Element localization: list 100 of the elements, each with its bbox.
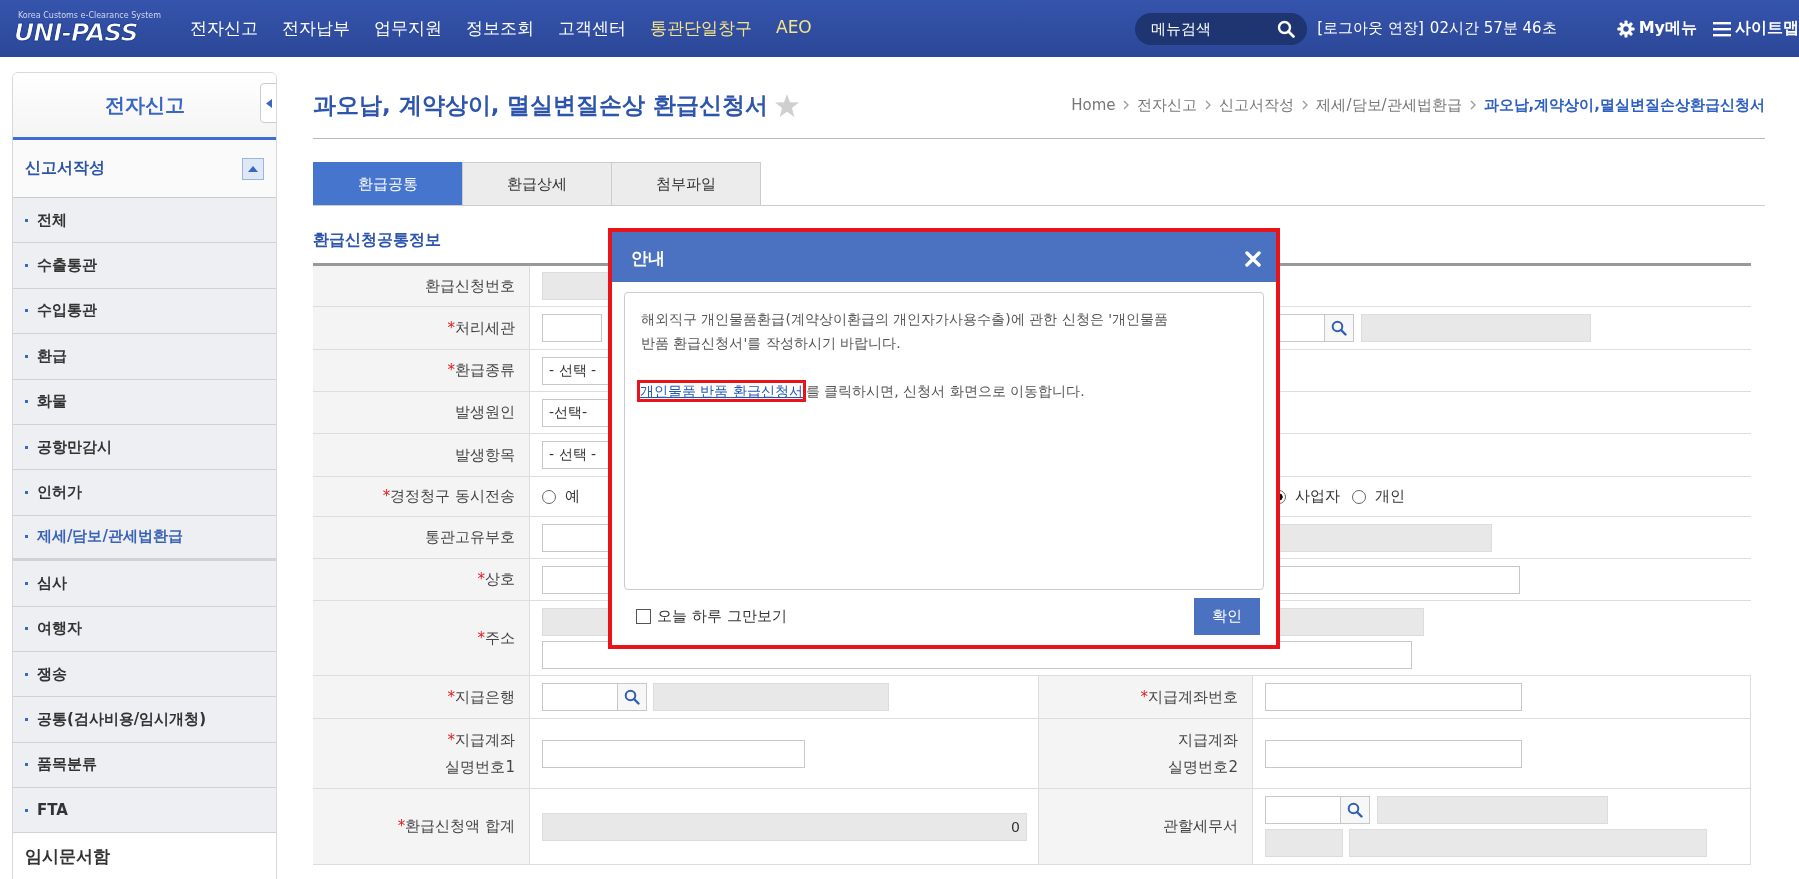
input-field[interactable] [1265, 683, 1522, 711]
sidebar-item[interactable]: 공항만감시 [13, 424, 276, 471]
field-label: *주소 [477, 627, 515, 649]
search-button[interactable] [1341, 796, 1370, 824]
bullet-icon [25, 218, 28, 222]
bullet-icon [25, 354, 28, 358]
page-title: 과오납, 계약상이, 멸실변질손상 환급신청서 [313, 90, 769, 120]
search-button[interactable] [618, 683, 647, 711]
field-label: 발생항목 [455, 444, 515, 466]
bullet-icon [25, 627, 28, 631]
bullet-icon [25, 763, 28, 767]
input-field[interactable] [542, 314, 602, 342]
sidebar-item[interactable]: 제세/담보/관세법환급 [13, 515, 276, 562]
bullet-icon [25, 581, 28, 585]
nav-link[interactable]: 업무지원 [374, 17, 442, 40]
dont-show-today-checkbox[interactable]: 오늘 하루 그만보기 [636, 607, 787, 626]
chevron-right-icon [1469, 100, 1476, 110]
dialog-message: 해외직구 개인물품환급(계약상이환급의 개인자가사용수출)에 관한 신청은 '개인물품 반품 환급신청서'를 작성하시기 바랍니다. [641, 310, 1169, 353]
sidebar-section-title[interactable]: 신고서작성 [25, 158, 105, 179]
amount-field: 0 [542, 812, 1027, 841]
search-icon[interactable] [1277, 19, 1296, 38]
field-label: *상호 [477, 569, 515, 591]
input-field[interactable] [542, 739, 805, 768]
nav-link[interactable]: 전자신고 [190, 17, 258, 40]
bullet-icon [25, 445, 28, 449]
tab[interactable]: 첨부파일 [611, 162, 761, 205]
bullet-icon [25, 718, 28, 721]
confirm-button[interactable]: 확인 [1194, 598, 1260, 635]
field-label: *지급계좌 실명번호1 [445, 730, 515, 778]
bullet-icon [25, 400, 28, 404]
input-field[interactable] [1265, 739, 1522, 768]
field-label: *경정청구 동시전송 [382, 486, 515, 508]
field-label: 통관고유부호 [425, 527, 515, 549]
triangle-up-icon [248, 165, 258, 172]
radio-option[interactable]: 개인 [1352, 487, 1405, 506]
session-timer: 02시간 57분 46초 [1429, 19, 1557, 38]
form-link[interactable]: 개인물품 반품 환급신청서 [637, 380, 806, 402]
sidebar-item[interactable]: 여행자 [13, 606, 276, 652]
close-button[interactable] [1245, 250, 1261, 267]
breadcrumb-link[interactable]: 제세/담보/관세법환급 [1316, 95, 1462, 115]
breadcrumb-link[interactable]: 전자신고 [1137, 95, 1198, 115]
search-icon [624, 689, 640, 705]
chevron-right-icon [1302, 100, 1309, 110]
breadcrumb-link[interactable]: 과오납,계약상이,멸실변질손상환급신청서 [1483, 95, 1765, 115]
gear-icon [1616, 19, 1635, 38]
nav-link[interactable]: 고객센터 [558, 17, 626, 40]
sidebar-item[interactable]: 쟁송 [13, 651, 276, 698]
sidebar-item[interactable]: 수입통관 [13, 288, 276, 335]
nav-link[interactable]: 통관단일창구 [650, 17, 752, 40]
chevron-right-icon [1123, 100, 1130, 110]
sidebar-item[interactable]: 인허가 [13, 470, 276, 516]
search-icon [1347, 802, 1363, 818]
nav-link[interactable]: 정보조회 [466, 17, 534, 40]
field-label: *환급신청액 합계 [397, 816, 515, 838]
dialog-title: 안내 [631, 247, 665, 270]
chevron-right-icon [1205, 100, 1212, 110]
field-label: 관할세무서 [1163, 816, 1238, 838]
sitemap-link[interactable]: 사이트맵 [1713, 18, 1799, 39]
sidebar-item[interactable]: 공통(검사비용/임시개청) [13, 697, 276, 743]
bullet-icon [25, 264, 28, 268]
close-icon [1245, 250, 1261, 267]
my-menu-link[interactable]: My메뉴 [1616, 18, 1697, 39]
tab[interactable]: 환급공통 [313, 162, 463, 205]
sidebar-item[interactable]: 심사 [13, 561, 276, 607]
field-label: 지급계좌 실명번호2 [1168, 730, 1238, 778]
sidebar-item[interactable]: 환급 [13, 334, 276, 380]
breadcrumb-link[interactable]: 신고서작성 [1219, 95, 1295, 115]
star-icon[interactable] [774, 93, 799, 117]
menu-search-field[interactable]: 메뉴검색 [1135, 12, 1308, 45]
collapse-section-button[interactable] [242, 157, 264, 180]
input-field[interactable] [1265, 796, 1341, 824]
collapse-sidebar-button[interactable] [260, 83, 276, 123]
search-icon [1331, 320, 1347, 336]
logo[interactable]: Korea Customs e-Clearance System UNI-PASS [14, 11, 174, 46]
input-field[interactable] [1279, 314, 1325, 342]
radio-option[interactable]: 예 [542, 487, 580, 506]
section-title: 환급신청공통정보 [313, 230, 442, 251]
field-label: *지급계좌번호 [1140, 686, 1238, 708]
sidebar-item[interactable]: 수출통관 [13, 243, 276, 289]
sidebar-item[interactable]: FTA [13, 788, 276, 834]
bullet-icon [25, 672, 28, 676]
nav-link[interactable]: 전자납부 [282, 17, 350, 40]
search-button[interactable] [1325, 314, 1354, 342]
field-label: *지급은행 [447, 686, 515, 708]
bullet-icon [25, 491, 28, 495]
logout-extend-link[interactable]: [로그아웃 연장] [1317, 19, 1424, 38]
sidebar-section-title[interactable]: 임시문서함 [13, 833, 276, 879]
tab[interactable]: 환급상세 [462, 162, 612, 205]
breadcrumb-link[interactable]: Home [1071, 96, 1116, 114]
sidebar-item[interactable]: 화물 [13, 379, 276, 425]
bullet-icon [25, 808, 28, 812]
menu-icon [1713, 20, 1731, 37]
field-label: *환급종류 [447, 360, 515, 382]
nav-link[interactable]: AEO [776, 17, 812, 40]
field-label: 발생원인 [455, 402, 515, 424]
sidebar-item[interactable]: 품목분류 [13, 742, 276, 789]
input-field[interactable] [542, 683, 618, 711]
sidebar-item[interactable]: 전체 [13, 198, 276, 244]
triangle-left-icon [266, 98, 272, 108]
field-label: *처리세관 [447, 317, 515, 339]
